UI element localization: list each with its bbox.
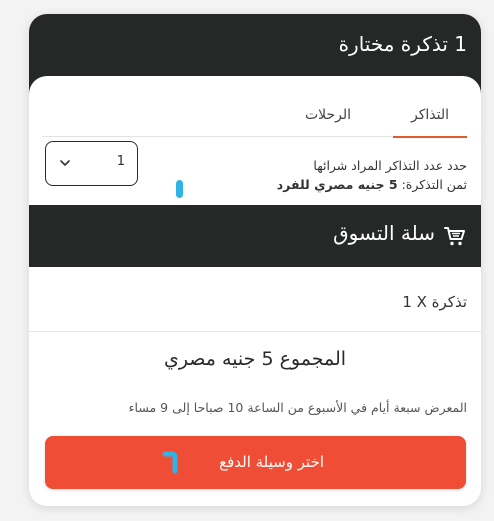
- quantity-select[interactable]: 1: [45, 141, 138, 186]
- ticket-card: 1 تذكرة مختارة التذاكر الرحلات حدد عدد ا…: [29, 14, 481, 506]
- ticket-price-value: 5 جنيه مصري للفرد: [276, 177, 398, 192]
- quantity-marker: [176, 180, 183, 198]
- selected-tickets-title: 1 تذكرة مختارة: [338, 32, 467, 56]
- pay-indicator-icon: [162, 451, 178, 474]
- choose-payment-button[interactable]: اختر وسيلة الدفع: [45, 436, 466, 489]
- cart-title: سلة التسوق: [333, 221, 435, 245]
- ticket-price: ثمن التذكرة: 5 جنيه مصري للفرد: [277, 177, 467, 192]
- cart-icon: [444, 227, 465, 246]
- ticket-info: حدد عدد التذاكر المراد شرائها ثمن التذكر…: [277, 158, 467, 192]
- tab-bar: التذاكر الرحلات: [42, 90, 467, 138]
- cart-total: المجموع 5 جنيه مصري: [163, 348, 347, 370]
- choose-payment-label: اختر وسيلة الدفع: [219, 453, 324, 471]
- cart-header: سلة التسوق: [29, 205, 481, 267]
- cart-item-text: 1 X تذكرة: [402, 293, 467, 311]
- quantity-instruction: حدد عدد التذاكر المراد شرائها: [313, 158, 467, 173]
- opening-hours-note: المعرض سبعة أيام في الأسبوع من الساعة 10…: [128, 400, 467, 415]
- tab-trips[interactable]: الرحلات: [291, 90, 365, 136]
- chevron-down-icon: [60, 160, 70, 166]
- tab-tickets[interactable]: التذاكر: [393, 90, 467, 138]
- quantity-value: 1: [116, 154, 125, 169]
- ticket-price-label: ثمن التذكرة:: [401, 177, 467, 192]
- cart-item: 1 X تذكرة: [29, 267, 481, 332]
